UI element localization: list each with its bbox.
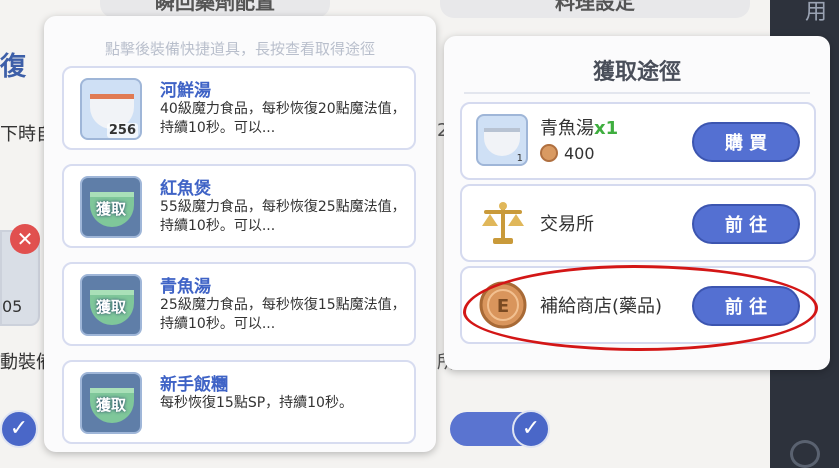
- item-name: 河鮮湯: [160, 81, 211, 101]
- locked-dish-icon: 獲取: [80, 372, 142, 434]
- list-item-rice-ball[interactable]: 獲取 新手飯糰 每秒恢復15點SP，持續10秒。: [62, 360, 416, 444]
- list-item-red-fish-pot[interactable]: 獲取 紅魚煲 55級魔力食品，每秒恢復25點魔法值，持續10秒。可以...: [62, 164, 416, 248]
- item-desc: 25級魔力食品，每秒恢復15點魔法值，持續10秒。可以...: [160, 297, 406, 332]
- buy-button[interactable]: 購 買: [692, 122, 800, 162]
- background-heading: 復: [0, 52, 27, 82]
- tab-cooking-settings[interactable]: 料理設定: [440, 0, 750, 18]
- route-buy-row: 1 青魚湯x1 400 購 買: [460, 102, 816, 180]
- scales-icon: [476, 196, 530, 250]
- item-count: 256: [106, 123, 138, 138]
- item-desc: 55級魔力食品，每秒恢復25點魔法值，持續10秒。可以...: [160, 199, 406, 234]
- route-price: 400: [540, 144, 595, 163]
- toggle-check-icon[interactable]: ✓: [512, 410, 550, 448]
- item-desc: 40級魔力食品，每秒恢復20點魔法值，持續10秒。可以...: [160, 101, 406, 136]
- title-divider: [464, 92, 810, 94]
- item-desc: 每秒恢復15點SP，持續10秒。: [160, 395, 353, 411]
- obtain-label: 獲取: [95, 200, 126, 218]
- dark-side-label: 用: [804, 0, 827, 25]
- route-item-name: 青魚湯: [540, 118, 594, 139]
- route-qty: x1: [594, 118, 619, 139]
- soup-bowl-icon: 1: [476, 114, 530, 168]
- obtain-label: 獲取: [95, 298, 126, 316]
- item-name: 紅魚煲: [160, 179, 211, 199]
- item-list-panel: 點擊後裝備快捷道具，長按查看取得途徑 256 河鮮湯 40級魔力食品，每秒恢復2…: [44, 16, 436, 452]
- list-item-green-fish-soup[interactable]: 獲取 青魚湯 25級魔力食品，每秒恢復15點魔法值，持續10秒。可以...: [62, 262, 416, 346]
- route-name: 青魚湯x1: [540, 114, 618, 140]
- coin-icon: [540, 144, 558, 162]
- locked-dish-icon: 獲取: [80, 274, 142, 336]
- price-value: 400: [564, 144, 595, 163]
- soup-bowl-icon: 256: [80, 78, 142, 140]
- annotation-circle: [463, 265, 818, 351]
- panel-title: 獲取途徑: [592, 60, 681, 85]
- list-hint: 點擊後裝備快捷道具，長按查看取得途徑: [104, 40, 375, 58]
- locked-dish-icon: 獲取: [80, 176, 142, 238]
- background-item-count: 05: [2, 297, 23, 316]
- route-exchange-row: 交易所 前 往: [460, 184, 816, 262]
- remove-icon[interactable]: ✕: [10, 224, 40, 254]
- home-icon[interactable]: [790, 440, 820, 468]
- obtain-label: 獲取: [95, 396, 126, 414]
- check-icon[interactable]: ✓: [0, 410, 38, 448]
- list-item-river-soup[interactable]: 256 河鮮湯 40級魔力食品，每秒恢復20點魔法值，持續10秒。可以...: [62, 66, 416, 150]
- go-exchange-button[interactable]: 前 往: [692, 204, 800, 244]
- item-name: 新手飯糰: [160, 375, 228, 395]
- item-name: 青魚湯: [160, 277, 211, 297]
- route-name: 交易所: [540, 214, 594, 235]
- icon-count: 1: [516, 153, 523, 164]
